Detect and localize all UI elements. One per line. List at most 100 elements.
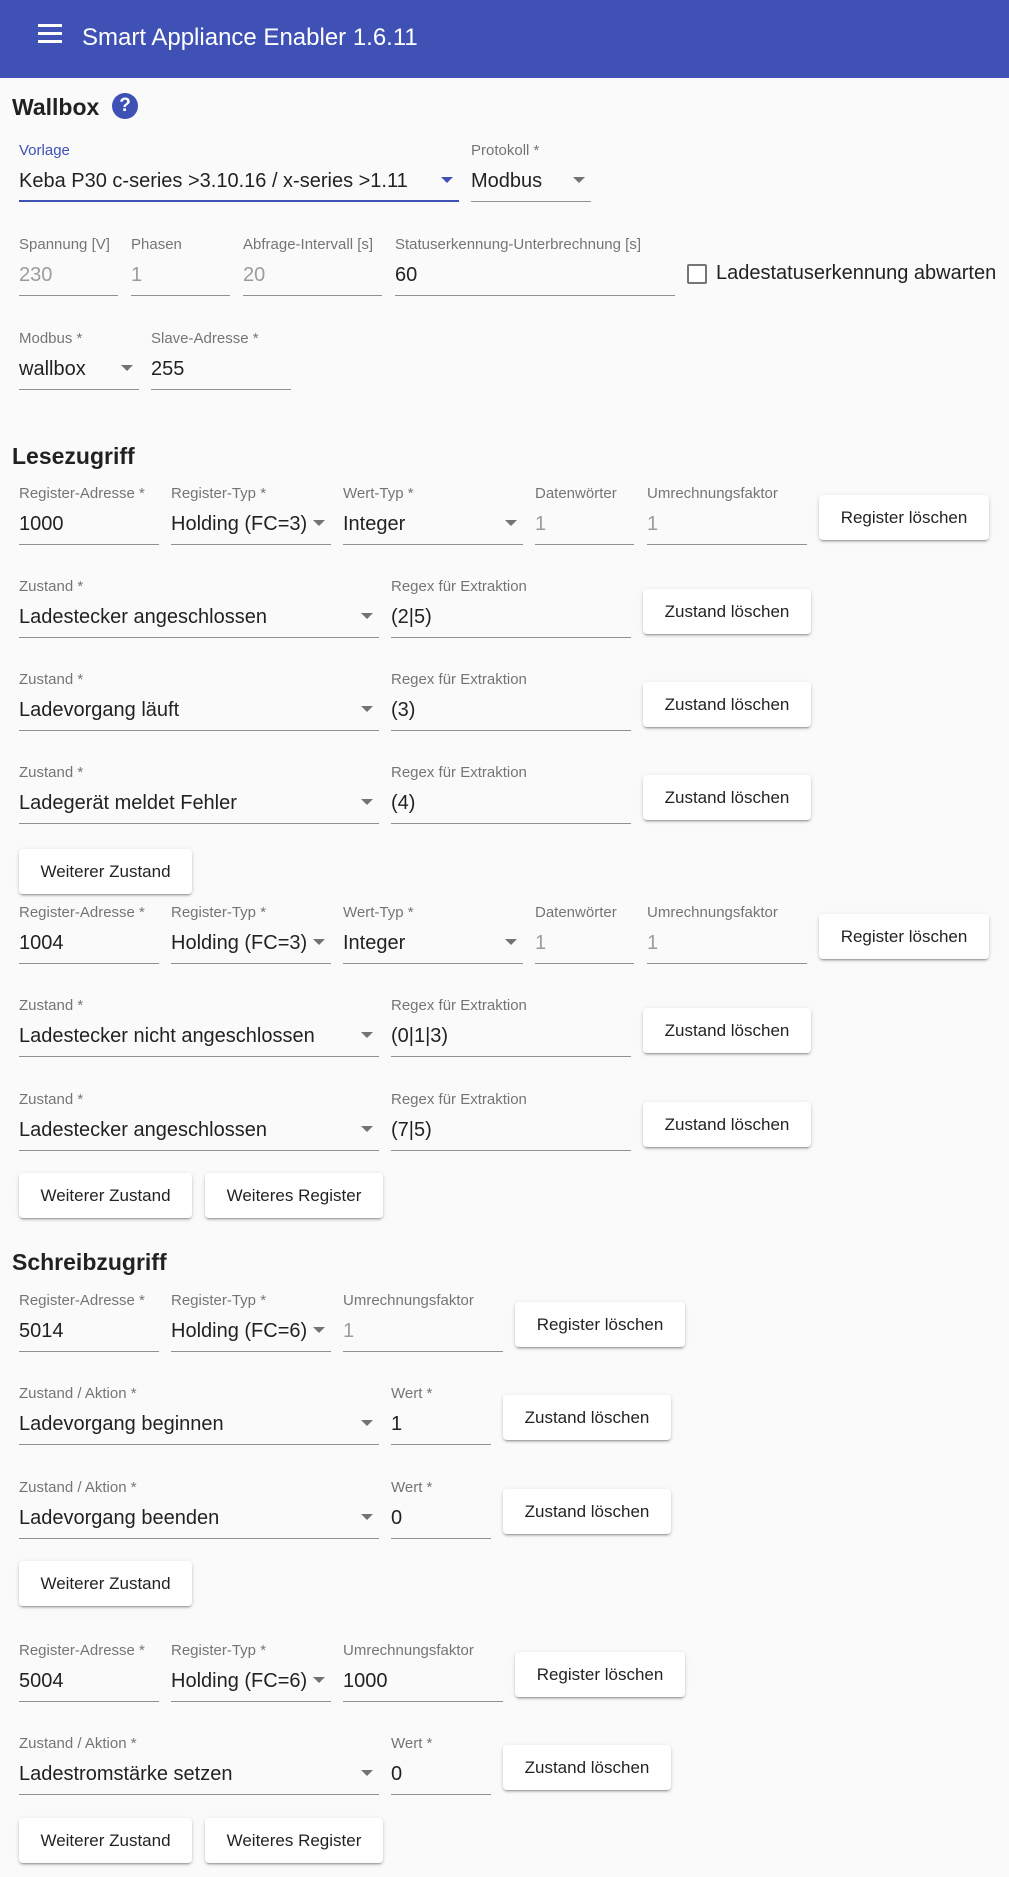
chevron-down-icon — [505, 520, 517, 526]
zustand-delete-button[interactable]: Zustand löschen — [503, 1395, 671, 1440]
zustand-delete-button[interactable]: Zustand löschen — [643, 1102, 811, 1147]
zustand-label: Zustand * — [19, 578, 84, 595]
zustand-delete-button[interactable]: Zustand löschen — [503, 1489, 671, 1534]
register-address-value: 1000 — [19, 513, 64, 535]
abfrage-intervall-label: Abfrage-Intervall [s] — [243, 236, 374, 253]
add-register-button[interactable]: Weiteres Register — [205, 1173, 383, 1218]
value-type-label: Wert-Typ * — [343, 904, 414, 921]
regex-label: Regex für Extraktion — [391, 1091, 527, 1108]
add-state-button[interactable]: Weiterer Zustand — [19, 1173, 192, 1218]
read-section-title: Lesezugriff — [12, 443, 135, 469]
help-icon[interactable]: ? — [112, 93, 138, 119]
register-address-value: 1004 — [19, 932, 64, 954]
register-type-label: Register-Typ * — [171, 1292, 267, 1309]
chevron-down-icon — [361, 1770, 373, 1776]
add-state-button[interactable]: Weiterer Zustand — [19, 1561, 192, 1606]
modbus-value: wallbox — [19, 358, 86, 380]
add-register-button[interactable]: Weiteres Register — [205, 1818, 383, 1863]
chevron-down-icon — [361, 1126, 373, 1132]
zustand-aktion-value: Ladevorgang beginnen — [19, 1413, 224, 1435]
statuserkennung-unterbrechung-value: 60 — [395, 264, 418, 286]
regex-value: (3) — [391, 699, 416, 721]
chevron-down-icon — [313, 520, 325, 526]
register-type-value: Holding (FC=3) — [171, 932, 308, 954]
datenwoerter-label: Datenwörter — [535, 485, 617, 502]
wert-value: 0 — [391, 1507, 403, 1529]
regex-value: (0|1|3) — [391, 1025, 449, 1047]
zustand-value: Ladestecker nicht angeschlossen — [19, 1025, 315, 1047]
zustand-delete-button[interactable]: Zustand löschen — [643, 589, 811, 634]
regex-label: Regex für Extraktion — [391, 764, 527, 781]
abfrage-intervall-placeholder: 20 — [243, 264, 266, 286]
regex-label: Regex für Extraktion — [391, 578, 527, 595]
register-address-value: 5014 — [19, 1320, 64, 1342]
chevron-down-icon — [505, 939, 517, 945]
regex-label: Regex für Extraktion — [391, 671, 527, 688]
zustand-aktion-value: Ladestromstärke setzen — [19, 1763, 233, 1785]
zustand-delete-button[interactable]: Zustand löschen — [643, 775, 811, 820]
vorlage-label: Vorlage — [19, 142, 70, 159]
zustand-aktion-value: Ladevorgang beenden — [19, 1507, 220, 1529]
zustand-label: Zustand * — [19, 997, 84, 1014]
zustand-value: Ladestecker angeschlossen — [19, 606, 267, 628]
datenwoerter-placeholder: 1 — [535, 932, 547, 954]
zustand-value: Ladegerät meldet Fehler — [19, 792, 237, 814]
chevron-down-icon — [313, 1677, 325, 1683]
zustand-delete-button[interactable]: Zustand löschen — [503, 1745, 671, 1790]
register-address-label: Register-Adresse * — [19, 1642, 145, 1659]
ladestatus-checkbox-label: Ladestatuserkennung abwarten — [716, 262, 997, 284]
chevron-down-icon — [361, 1514, 373, 1520]
value-type-value: Integer — [343, 513, 406, 535]
register-delete-button[interactable]: Register löschen — [515, 1302, 685, 1347]
slave-adresse-value: 255 — [151, 358, 185, 380]
regex-value: (2|5) — [391, 606, 432, 628]
app-title: Smart Appliance Enabler 1.6.11 — [82, 24, 418, 51]
protokoll-value: Modbus — [471, 170, 543, 192]
register-type-label: Register-Typ * — [171, 1642, 267, 1659]
wert-label: Wert * — [391, 1735, 433, 1752]
chevron-down-icon — [313, 1327, 325, 1333]
umrechnungsfaktor-value: 1000 — [343, 1670, 388, 1692]
register-address-label: Register-Adresse * — [19, 1292, 145, 1309]
chevron-down-icon — [361, 706, 373, 712]
zustand-label: Zustand * — [19, 671, 84, 688]
register-type-value: Holding (FC=3) — [171, 513, 308, 535]
umrechnungsfaktor-label: Umrechnungsfaktor — [647, 485, 778, 502]
wert-value: 0 — [391, 1763, 403, 1785]
register-type-label: Register-Typ * — [171, 904, 267, 921]
register-type-value: Holding (FC=6) — [171, 1320, 308, 1342]
umrechnungsfaktor-placeholder: 1 — [647, 513, 659, 535]
statuserkennung-unterbrechung-label: Statuserkennung-Unterbrechnung [s] — [395, 236, 641, 253]
add-state-button[interactable]: Weiterer Zustand — [19, 1818, 192, 1863]
zustand-value: Ladestecker angeschlossen — [19, 1119, 267, 1141]
zustand-delete-button[interactable]: Zustand löschen — [643, 682, 811, 727]
zustand-delete-button[interactable]: Zustand löschen — [643, 1008, 811, 1053]
wert-label: Wert * — [391, 1479, 433, 1496]
add-state-button[interactable]: Weiterer Zustand — [19, 849, 192, 894]
datenwoerter-label: Datenwörter — [535, 904, 617, 921]
zustand-value: Ladevorgang läuft — [19, 699, 180, 721]
spannung-label: Spannung [V] — [19, 236, 110, 253]
zustand-label: Zustand * — [19, 1091, 84, 1108]
wert-value: 1 — [391, 1413, 403, 1435]
phasen-label: Phasen — [131, 236, 182, 253]
chevron-down-icon — [361, 1420, 373, 1426]
register-delete-button[interactable]: Register löschen — [819, 914, 989, 959]
register-delete-button[interactable]: Register löschen — [515, 1652, 685, 1697]
chevron-down-icon — [121, 365, 133, 371]
register-delete-button[interactable]: Register löschen — [819, 495, 989, 540]
spannung-placeholder: 230 — [19, 264, 53, 286]
slave-adresse-label: Slave-Adresse * — [151, 330, 259, 347]
value-type-value: Integer — [343, 932, 406, 954]
protokoll-label: Protokoll * — [471, 142, 540, 159]
register-address-label: Register-Adresse * — [19, 904, 145, 921]
menu-icon[interactable] — [38, 24, 62, 44]
datenwoerter-placeholder: 1 — [535, 513, 547, 535]
chevron-down-icon — [361, 799, 373, 805]
ladestatus-checkbox[interactable] — [687, 264, 707, 284]
phasen-placeholder: 1 — [131, 264, 143, 286]
umrechnungsfaktor-placeholder: 1 — [343, 1320, 355, 1342]
umrechnungsfaktor-label: Umrechnungsfaktor — [343, 1292, 474, 1309]
regex-value: (4) — [391, 792, 416, 814]
umrechnungsfaktor-label: Umrechnungsfaktor — [647, 904, 778, 921]
